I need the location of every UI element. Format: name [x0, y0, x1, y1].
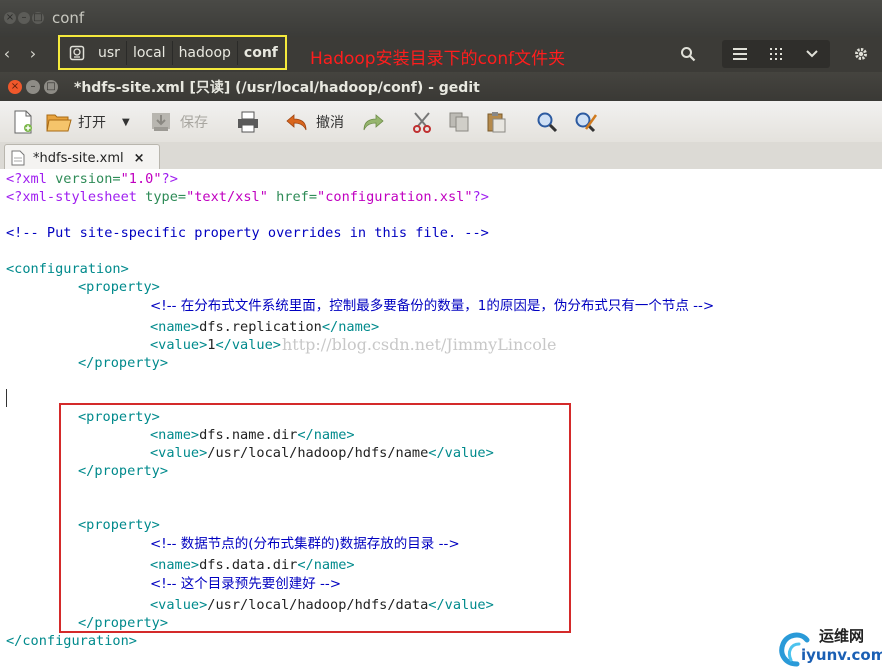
print-button[interactable]: [236, 107, 260, 137]
save-label: 保存: [180, 115, 208, 131]
code-line: <property>: [78, 279, 160, 295]
search-icon: [537, 112, 558, 133]
scissors-icon: [413, 112, 431, 133]
annotation-text: Hadoop安装目录下的conf文件夹: [310, 49, 566, 69]
grid-view-icon[interactable]: [760, 40, 792, 68]
chevron-down-icon[interactable]: [796, 40, 828, 68]
save-button[interactable]: 保存: [150, 107, 208, 137]
folder-open-icon: [46, 114, 72, 132]
code-line: <name>dfs.replication</name>: [150, 319, 380, 335]
undo-label: 撤消: [316, 115, 344, 131]
logo-text-bottom: iyunv.com: [801, 646, 882, 664]
new-document-icon: [14, 110, 32, 134]
search-replace-button[interactable]: [574, 107, 598, 137]
search-icon[interactable]: [672, 40, 704, 68]
file-manager-titlebar: × – □ conf: [0, 0, 882, 37]
code-line: <value>1</value>: [150, 337, 281, 353]
new-document-button[interactable]: [12, 107, 34, 137]
code-line: </configuration>: [6, 633, 137, 649]
back-icon[interactable]: ‹: [0, 41, 18, 67]
logo-text-top: 运维网: [819, 627, 865, 645]
watermark: http://blog.csdn.net/JimmyLincole: [282, 335, 557, 354]
redo-button[interactable]: [362, 107, 384, 137]
close-icon[interactable]: ×: [4, 12, 16, 24]
open-label: 打开: [78, 115, 106, 131]
document-icon: [11, 150, 25, 166]
code-line: <?xml-stylesheet type="text/xsl" href="c…: [6, 189, 489, 205]
maximize-icon[interactable]: □: [44, 80, 58, 94]
gedit-titlebar: × – □ *hdfs-site.xml [只读] (/usr/local/ha…: [0, 72, 882, 101]
breadcrumb: usr local hadoop conf: [58, 35, 287, 70]
gedit-title: *hdfs-site.xml [只读] (/usr/local/hadoop/c…: [74, 80, 480, 96]
list-view-icon[interactable]: [724, 40, 756, 68]
breadcrumb-hadoop[interactable]: hadoop: [173, 40, 238, 65]
document-tabbar: *hdfs-site.xml ×: [0, 142, 882, 171]
file-manager-title: conf: [52, 9, 85, 27]
breadcrumb-local[interactable]: local: [127, 40, 173, 65]
gedit-toolbar: 打开 ▼ 保存 撤消: [0, 101, 882, 143]
copy-icon: [449, 112, 469, 132]
site-logo: 运维网 iyunv.com: [775, 622, 882, 670]
minimize-icon[interactable]: –: [18, 12, 30, 24]
code-line: <!-- 在分布式文件系统里面，控制最多要备份的数量，1的原因是，伪分布式只有一…: [150, 298, 715, 314]
tab-hdfs-site[interactable]: *hdfs-site.xml ×: [4, 144, 160, 171]
undo-button[interactable]: 撤消: [286, 107, 344, 137]
close-tab-icon[interactable]: ×: [134, 151, 145, 166]
open-button[interactable]: 打开: [46, 107, 106, 137]
breadcrumb-conf[interactable]: conf: [238, 41, 284, 65]
code-line: </property>: [78, 355, 169, 371]
copy-button[interactable]: [448, 107, 470, 137]
forward-icon[interactable]: ›: [22, 41, 44, 67]
drive-icon[interactable]: [66, 42, 88, 64]
gear-icon[interactable]: [846, 40, 876, 68]
breadcrumb-usr[interactable]: usr: [92, 40, 127, 65]
printer-icon: [238, 111, 258, 133]
tab-label: *hdfs-site.xml: [33, 150, 124, 166]
close-icon[interactable]: ×: [8, 80, 22, 94]
code-line: <!-- Put site-specific property override…: [6, 225, 489, 241]
save-icon: [152, 113, 170, 131]
code-line: <?xml version="1.0"?>: [6, 171, 178, 187]
text-cursor: [6, 389, 7, 407]
maximize-icon[interactable]: □: [32, 12, 44, 24]
undo-icon: [286, 114, 307, 131]
cut-button[interactable]: [411, 107, 433, 137]
minimize-icon[interactable]: –: [26, 80, 40, 94]
paste-button[interactable]: [485, 107, 507, 137]
search-button[interactable]: [536, 107, 558, 137]
open-dropdown-button[interactable]: ▼: [122, 107, 130, 137]
highlight-box: [59, 403, 571, 633]
code-line: <configuration>: [6, 261, 129, 277]
paste-icon: [487, 112, 506, 133]
find-replace-icon: [575, 112, 598, 133]
redo-icon: [363, 114, 384, 131]
